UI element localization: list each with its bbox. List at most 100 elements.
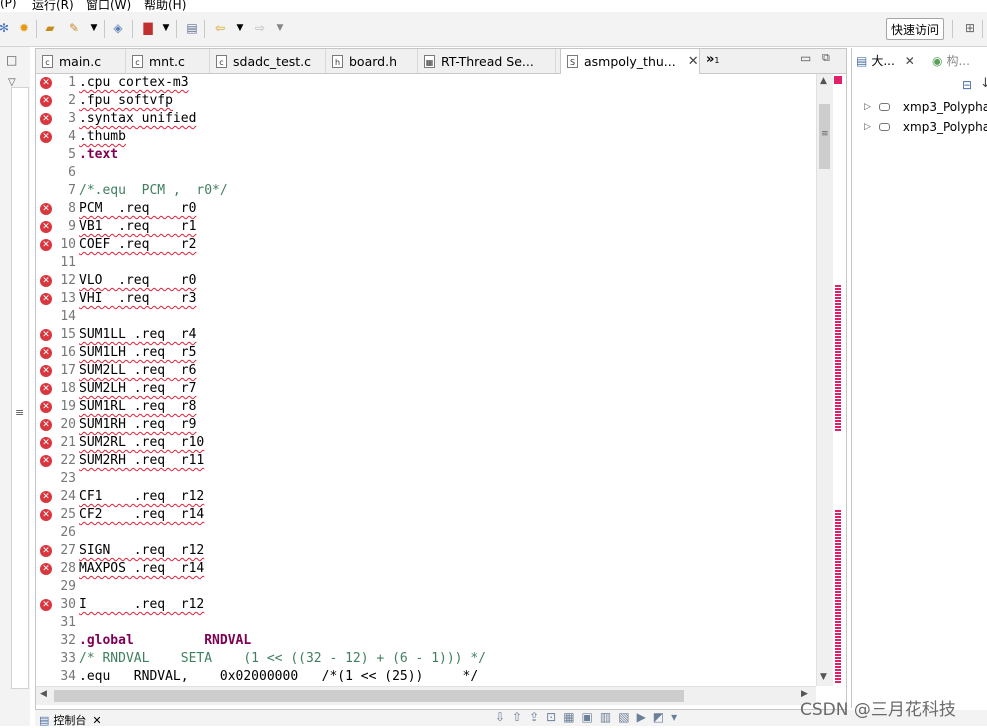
error-ruler-mark[interactable] [835, 318, 841, 320]
error-ruler-mark[interactable] [835, 294, 841, 296]
error-ruler-mark[interactable] [835, 315, 841, 317]
error-ruler-mark[interactable] [835, 324, 841, 326]
error-marker-icon[interactable]: ✕ [40, 509, 52, 521]
code-line[interactable]: 33/* RNDVAL SETA (1 << ((32 - 12) + (6 -… [36, 650, 816, 668]
error-ruler-mark[interactable] [835, 333, 841, 335]
maximize-editor-icon[interactable]: ⧉ [822, 51, 830, 65]
error-marker-icon[interactable]: ✕ [40, 293, 52, 305]
error-ruler-mark[interactable] [835, 348, 841, 350]
error-ruler-mark[interactable] [835, 411, 841, 413]
error-ruler-mark[interactable] [835, 414, 841, 416]
tab-asmpoly-thumb[interactable]: S asmpoly_thu... ✕ [560, 49, 700, 74]
error-ruler-mark[interactable] [835, 639, 841, 641]
error-ruler-mark[interactable] [835, 303, 841, 305]
error-marker-icon[interactable]: ✕ [40, 95, 52, 107]
error-ruler-mark[interactable] [835, 405, 841, 407]
error-ruler-mark[interactable] [835, 369, 841, 371]
error-marker-icon[interactable]: ✕ [40, 131, 52, 143]
error-marker-icon[interactable]: ✕ [40, 221, 52, 233]
horizontal-scrollbar[interactable]: ◀ ▶ [36, 686, 816, 705]
error-marker-icon[interactable]: ✕ [40, 455, 52, 467]
error-ruler-mark[interactable] [835, 657, 841, 659]
error-marker-icon[interactable]: ✕ [40, 401, 52, 413]
error-marker-icon[interactable]: ✕ [40, 437, 52, 449]
error-ruler-mark[interactable] [835, 408, 841, 410]
vertical-scroll-thumb[interactable]: ≡ [819, 104, 830, 169]
error-ruler-mark[interactable] [835, 285, 841, 287]
error-ruler-mark[interactable] [835, 672, 841, 674]
error-ruler-mark[interactable] [835, 528, 841, 530]
error-ruler-mark[interactable] [835, 390, 841, 392]
code-line[interactable]: ✕ 8 PCM .req r0 [36, 200, 816, 218]
code-line[interactable]: ✕ 27 SIGN .req r12 [36, 542, 816, 560]
error-ruler-mark[interactable] [835, 558, 841, 560]
error-ruler-mark[interactable] [835, 309, 841, 311]
tag-icon[interactable]: ◈ [110, 20, 126, 36]
tab-overflow-chevron[interactable]: »1 [706, 52, 720, 67]
error-marker-icon[interactable]: ✕ [40, 545, 52, 557]
error-ruler-mark[interactable] [835, 339, 841, 341]
error-marker-icon[interactable]: ✕ [40, 113, 52, 125]
error-ruler-mark[interactable] [835, 651, 841, 653]
outline-item[interactable]: ▷ xmp3_Polyphase [864, 120, 987, 134]
error-ruler-mark[interactable] [835, 378, 841, 380]
error-ruler-mark[interactable] [835, 312, 841, 314]
error-ruler-mark[interactable] [835, 609, 841, 611]
tab-build-targets[interactable]: ◉ 构... [932, 52, 970, 69]
code-line[interactable]: ✕ 4 .thumb [36, 128, 816, 146]
scroll-down-icon[interactable]: ▼ [820, 672, 827, 682]
error-marker-icon[interactable]: ✕ [40, 383, 52, 395]
error-marker-icon[interactable]: ✕ [40, 203, 52, 215]
code-line[interactable]: 29 [36, 578, 816, 596]
error-ruler-mark[interactable] [835, 588, 841, 590]
error-ruler-mark[interactable] [835, 396, 841, 398]
error-ruler-mark[interactable] [835, 513, 841, 515]
error-ruler-mark[interactable] [835, 288, 841, 290]
error-ruler-mark[interactable] [835, 597, 841, 599]
error-ruler-mark[interactable] [835, 297, 841, 299]
error-ruler-mark[interactable] [835, 402, 841, 404]
error-ruler-mark[interactable] [835, 621, 841, 623]
grip-icon[interactable]: ≡ [15, 406, 24, 419]
code-line[interactable]: ✕ 15 SUM1LL .req r4 [36, 326, 816, 344]
tab-main-c[interactable]: c main.c [36, 49, 126, 73]
console-view-icon[interactable]: ▤ [184, 20, 200, 36]
code-line[interactable]: ✕ 20 SUM1RH .req r9 [36, 416, 816, 434]
vertical-scrollbar[interactable]: ▲ ≡ ▼ [816, 74, 833, 686]
console-toolbar-icons[interactable]: ⇩⇧⇪⊡▦▣▥▧▶◩▾ [495, 710, 684, 724]
expand-triangle-icon[interactable]: ▷ [864, 102, 871, 112]
error-ruler-mark[interactable] [835, 555, 841, 557]
horizontal-scroll-thumb[interactable] [54, 690, 684, 702]
error-ruler-mark[interactable] [835, 576, 841, 578]
error-ruler-mark[interactable] [835, 540, 841, 542]
error-ruler-mark[interactable] [835, 642, 841, 644]
error-ruler-mark[interactable] [835, 429, 841, 431]
code-line[interactable]: ✕ 9 VB1 .req r1 [36, 218, 816, 236]
error-ruler-mark[interactable] [835, 366, 841, 368]
error-ruler-mark[interactable] [835, 636, 841, 638]
error-ruler-mark[interactable] [835, 363, 841, 365]
error-ruler-mark[interactable] [835, 600, 841, 602]
error-marker-icon[interactable]: ✕ [40, 329, 52, 341]
error-marker-icon[interactable]: ✕ [40, 347, 52, 359]
code-line[interactable]: ✕ 17 SUM2LL .req r6 [36, 362, 816, 380]
error-ruler-mark[interactable] [835, 585, 841, 587]
left-panel-scrollbar[interactable]: ≡ [11, 87, 29, 689]
tab-mnt-c[interactable]: c mnt.c [126, 49, 210, 73]
error-marker-icon[interactable]: ✕ [40, 491, 52, 503]
error-ruler-mark[interactable] [835, 327, 841, 329]
hammer-icon[interactable]: ✎ [66, 20, 82, 36]
error-marker-icon[interactable]: ✕ [40, 77, 52, 89]
error-ruler-mark[interactable] [835, 675, 841, 677]
error-ruler-mark[interactable] [835, 627, 841, 629]
menu-item-help[interactable]: 帮助(H) [144, 0, 186, 12]
code-line[interactable]: ✕ 19 SUM1RL .req r8 [36, 398, 816, 416]
error-ruler-mark[interactable] [835, 666, 841, 668]
error-ruler-mark[interactable] [835, 678, 841, 680]
error-marker-icon[interactable]: ✕ [40, 563, 52, 575]
error-ruler-mark[interactable] [835, 357, 841, 359]
error-ruler-mark[interactable] [835, 654, 841, 656]
code-line[interactable]: 5 .text [36, 146, 816, 164]
error-ruler-mark[interactable] [835, 516, 841, 518]
quick-access-field[interactable]: 快速访问 [886, 18, 944, 40]
